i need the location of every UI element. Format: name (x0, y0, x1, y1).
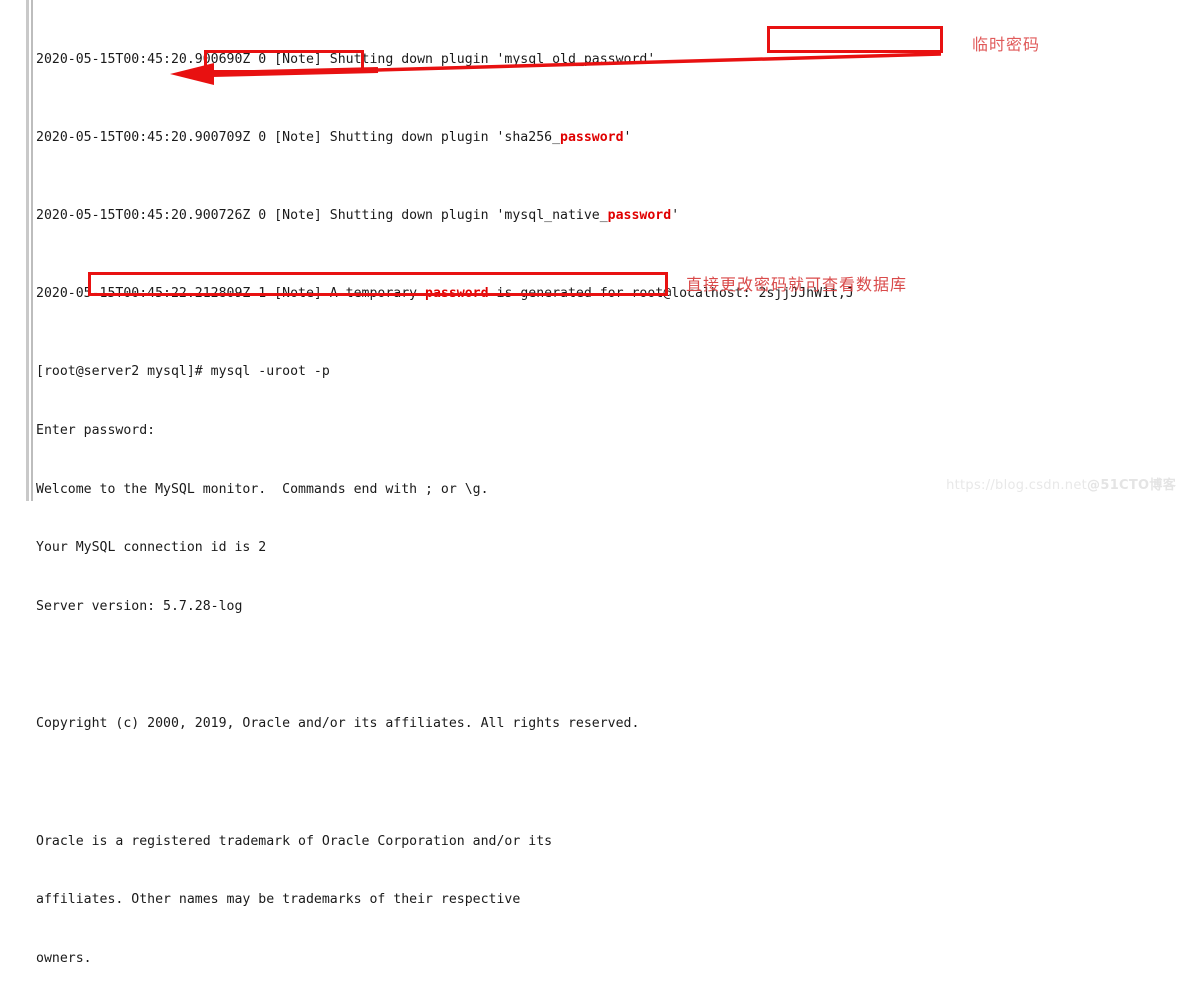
watermark-url: https://blog.csdn.net (946, 478, 1088, 493)
terminal-line-connection-id: Your MySQL connection id is 2 (36, 540, 267, 556)
log-text-post: ' (671, 208, 680, 224)
log-text-pre: 2020-05-15T00:45:22.212809Z 1 [Note] A t… (36, 286, 426, 302)
password-keyword: password (560, 129, 624, 145)
terminal-line-trademark-2: affiliates. Other names may be trademark… (36, 892, 521, 908)
terminal-line-trademark-1: Oracle is a registered trademark of Orac… (36, 833, 553, 849)
terminal-output[interactable]: 2020-05-15T00:45:20.900690Z 0 [Note] Shu… (36, 0, 1176, 1002)
watermark: https://blog.csdn.net@51CTO博客 (946, 474, 1176, 493)
terminal-line-trademark-3: owners. (36, 950, 92, 966)
log-text-post: is generated for root@localhost: 2sjjJJh… (488, 286, 854, 302)
terminal-line-shell-prompt: [root@server2 mysql]# mysql -uroot -p (36, 364, 330, 380)
terminal-line-temp-password: 2020-05-15T00:45:22.212809Z 1 [Note] A t… (36, 284, 1176, 304)
terminal-line-log-native: 2020-05-15T00:45:20.900726Z 0 [Note] Shu… (36, 206, 1176, 226)
terminal-line-enter-password: Enter password: (36, 423, 156, 439)
terminal-scrollbar[interactable] (31, 0, 33, 501)
window-left-border (26, 0, 29, 501)
terminal-line-log-cut: 2020-05-15T00:45:20.900690Z 0 [Note] Shu… (36, 51, 656, 67)
terminal-line-server-version: Server version: 5.7.28-log (36, 598, 243, 614)
log-text-pre: 2020-05-15T00:45:20.900709Z 0 [Note] Shu… (36, 129, 561, 145)
password-keyword: password (607, 208, 672, 224)
log-text-pre: 2020-05-15T00:45:20.900726Z 0 [Note] Shu… (36, 208, 608, 224)
password-keyword: password (425, 286, 489, 302)
terminal-line-log-sha256: 2020-05-15T00:45:20.900709Z 0 [Note] Shu… (36, 128, 1176, 148)
watermark-tag: @51CTO博客 (1087, 478, 1176, 493)
terminal-window[interactable]: 2020-05-15T00:45:20.900690Z 0 [Note] Shu… (0, 0, 1184, 966)
log-text-post: ' (623, 129, 632, 145)
terminal-line-copyright: Copyright (c) 2000, 2019, Oracle and/or … (36, 716, 640, 732)
